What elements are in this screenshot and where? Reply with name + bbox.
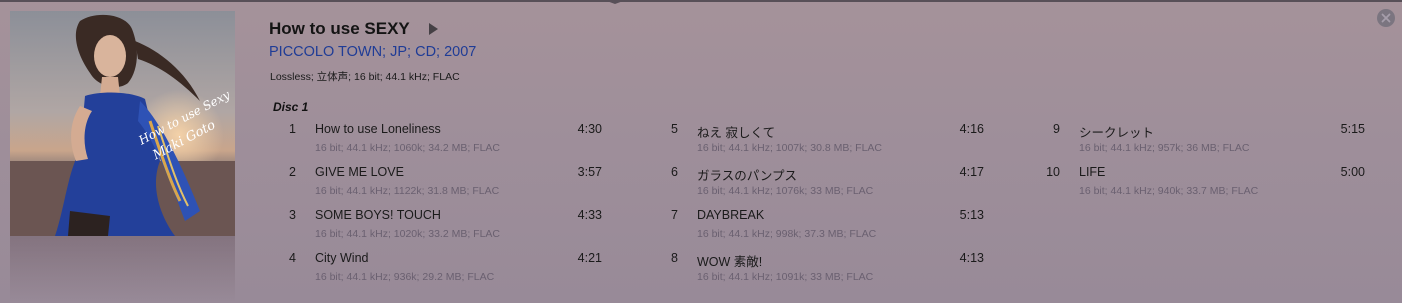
- track-title: ねえ 寂しくて: [697, 126, 776, 140]
- play-icon[interactable]: [428, 23, 438, 35]
- album-artwork: How to use Sexy Maki Goto: [10, 11, 235, 236]
- track-title: ガラスのパンプス: [697, 169, 798, 183]
- popover-arrow: [604, 0, 626, 4]
- track-row[interactable]: 1 How to use Loneliness 4:30 16 bit; 44.…: [266, 122, 602, 162]
- track-number: 4: [289, 251, 296, 265]
- window-top-edge: [0, 0, 1402, 2]
- track-info: 16 bit; 44.1 kHz; 940k; 33.7 MB; FLAC: [1079, 185, 1259, 197]
- track-row[interactable]: 8 WOW 素敵! 4:13 16 bit; 44.1 kHz; 1091k; …: [648, 251, 984, 291]
- track-row[interactable]: 5 ねえ 寂しくて 4:16 16 bit; 44.1 kHz; 1007k; …: [648, 122, 984, 162]
- track-duration: 4:16: [959, 122, 984, 136]
- track-row[interactable]: 6 ガラスのパンプス 4:17 16 bit; 44.1 kHz; 1076k;…: [648, 165, 984, 205]
- track-duration: 4:13: [959, 251, 984, 265]
- album-subtitle[interactable]: PICCOLO TOWN; JP; CD; 2007: [269, 44, 476, 60]
- track-title: How to use Loneliness: [315, 122, 441, 136]
- track-duration: 3:57: [577, 165, 602, 179]
- track-title: WOW 素敵!: [697, 255, 763, 269]
- track-duration: 4:30: [577, 122, 602, 136]
- track-title: SOME BOYS! TOUCH: [315, 208, 441, 222]
- track-info: 16 bit; 44.1 kHz; 1060k; 34.2 MB; FLAC: [315, 142, 501, 154]
- track-info: 16 bit; 44.1 kHz; 1007k; 30.8 MB; FLAC: [697, 142, 883, 154]
- track-duration: 5:00: [1340, 165, 1365, 179]
- track-title: LIFE: [1079, 165, 1106, 179]
- artwork-reflection: [10, 236, 235, 303]
- track-info: 16 bit; 44.1 kHz; 1076k; 33 MB; FLAC: [697, 185, 874, 197]
- album-title: How to use SEXY: [269, 19, 410, 38]
- track-title: シークレット: [1079, 126, 1155, 140]
- album-format: Lossless; 立体声; 16 bit; 44.1 kHz; FLAC: [270, 71, 460, 83]
- track-info: 16 bit; 44.1 kHz; 1020k; 33.2 MB; FLAC: [315, 228, 501, 240]
- track-info: 16 bit; 44.1 kHz; 998k; 37.3 MB; FLAC: [697, 228, 877, 240]
- track-number: 5: [671, 122, 678, 136]
- track-info: 16 bit; 44.1 kHz; 1091k; 33 MB; FLAC: [697, 271, 874, 283]
- track-row[interactable]: 9 シークレット 5:15 16 bit; 44.1 kHz; 957k; 36…: [1030, 122, 1365, 162]
- track-number: 2: [289, 165, 296, 179]
- track-duration: 4:21: [577, 251, 602, 265]
- track-duration: 4:33: [577, 208, 602, 222]
- disc-label: Disc 1: [273, 100, 309, 114]
- track-row[interactable]: 4 City Wind 4:21 16 bit; 44.1 kHz; 936k;…: [266, 251, 602, 291]
- track-info: 16 bit; 44.1 kHz; 936k; 29.2 MB; FLAC: [315, 271, 495, 283]
- track-row[interactable]: 10 LIFE 5:00 16 bit; 44.1 kHz; 940k; 33.…: [1030, 165, 1365, 205]
- track-row[interactable]: 7 DAYBREAK 5:13 16 bit; 44.1 kHz; 998k; …: [648, 208, 984, 248]
- track-number: 6: [671, 165, 678, 179]
- track-number: 8: [671, 251, 678, 265]
- track-duration: 5:13: [959, 208, 984, 222]
- track-number: 7: [671, 208, 678, 222]
- track-title: GIVE ME LOVE: [315, 165, 404, 179]
- album-header: How to use SEXY: [269, 17, 438, 41]
- track-number: 3: [289, 208, 296, 222]
- track-title: DAYBREAK: [697, 208, 765, 222]
- track-number: 9: [1053, 122, 1060, 136]
- track-info: 16 bit; 44.1 kHz; 1122k; 31.8 MB; FLAC: [315, 185, 500, 197]
- track-number: 1: [289, 122, 296, 136]
- track-duration: 5:15: [1340, 122, 1365, 136]
- track-duration: 4:17: [959, 165, 984, 179]
- close-icon[interactable]: [1377, 9, 1395, 27]
- track-row[interactable]: 3 SOME BOYS! TOUCH 4:33 16 bit; 44.1 kHz…: [266, 208, 602, 248]
- track-info: 16 bit; 44.1 kHz; 957k; 36 MB; FLAC: [1079, 142, 1250, 154]
- track-number: 10: [1046, 165, 1060, 179]
- track-title: City Wind: [315, 251, 369, 265]
- track-row[interactable]: 2 GIVE ME LOVE 3:57 16 bit; 44.1 kHz; 11…: [266, 165, 602, 205]
